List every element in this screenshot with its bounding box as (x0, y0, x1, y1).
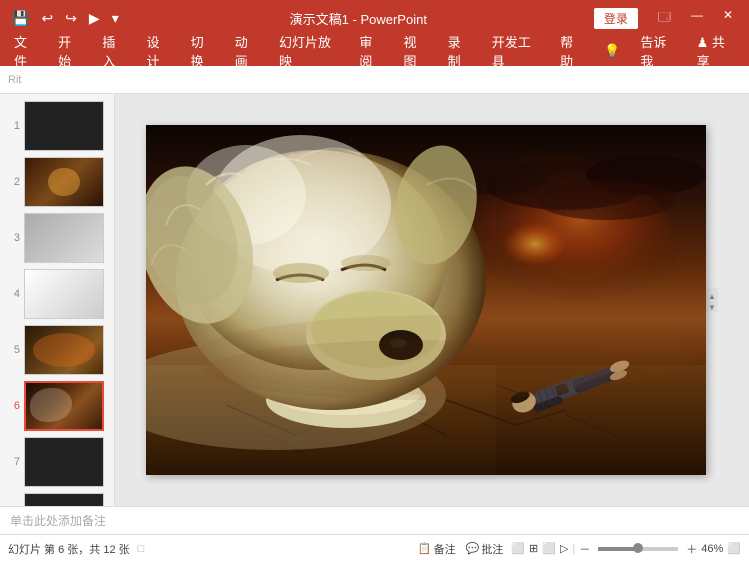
slide-item-8[interactable]: 8 (0, 490, 114, 506)
slide-thumb-5[interactable] (24, 325, 104, 375)
slide-num-1: 1 (6, 120, 20, 132)
slide-thumb-2[interactable] (24, 157, 104, 207)
minimize-button[interactable]: — (683, 6, 711, 31)
slide-item-5[interactable]: 5 (0, 322, 114, 378)
slide-num-7: 7 (6, 456, 20, 468)
notes-icon: 📋 (418, 542, 432, 555)
undo-icon[interactable]: ↩ (37, 8, 57, 29)
slide-panel[interactable]: 1 2 3 4 5 6 (0, 94, 115, 506)
slide-thumb-7[interactable] (24, 437, 104, 487)
comments-button[interactable]: 💬 批注 (466, 541, 504, 557)
customize-icon[interactable]: ▾ (108, 8, 123, 29)
view-reading-icon[interactable]: ⬜ (542, 542, 556, 555)
share-button[interactable]: ♟ 共享 (687, 28, 745, 74)
notes-label: 备注 (434, 541, 456, 557)
tab-tell-me[interactable]: 告诉我 (630, 28, 686, 74)
tab-view[interactable]: 视图 (393, 28, 437, 74)
slide-num-3: 3 (6, 232, 20, 244)
slide-item-4[interactable]: 4 (0, 266, 114, 322)
view-slideshow-icon[interactable]: ▷ (560, 542, 568, 555)
slide-num-4: 4 (6, 288, 20, 300)
slide-thumb-6[interactable] (24, 381, 104, 431)
window-controls: 🗔 — ✕ (650, 6, 741, 31)
separator-1: | (572, 543, 575, 555)
slide-thumb-1[interactable] (24, 101, 104, 151)
tab-insert[interactable]: 插入 (92, 28, 136, 74)
status-left: 幻灯片 第 6 张，共 12 张 □ (8, 541, 418, 557)
slide-num-5: 5 (6, 344, 20, 356)
toolbar-placeholder: Rit (8, 74, 21, 86)
slide-thumb-4[interactable] (24, 269, 104, 319)
fit-icon[interactable]: ⬜ (727, 542, 741, 555)
zoom-thumb[interactable] (633, 543, 643, 553)
tab-help[interactable]: 帮助 (550, 28, 594, 74)
close-button[interactable]: ✕ (715, 6, 741, 31)
notes-area[interactable]: 单击此处添加备注 (0, 506, 749, 534)
slide-item-2[interactable]: 2 (0, 154, 114, 210)
tab-record[interactable]: 录制 (438, 28, 482, 74)
slide-item-7[interactable]: 7 (0, 434, 114, 490)
view-normal-icon[interactable]: ⬜ (511, 542, 525, 555)
quick-access-toolbar: 💾 ↩ ↪ ▶ ▾ (8, 8, 123, 29)
slide-num-2: 2 (6, 176, 20, 188)
tab-slideshow[interactable]: 幻灯片放映 (269, 28, 349, 74)
accessibility-icon: □ (138, 543, 145, 555)
slide-info: 幻灯片 第 6 张，共 12 张 (8, 541, 130, 557)
scroll-up-arrow[interactable]: ▲ (708, 292, 716, 301)
redo-icon[interactable]: ↪ (61, 8, 81, 29)
slide-num-6: 6 (6, 400, 20, 412)
restore-button[interactable]: 🗔 (650, 6, 679, 31)
status-bar: 幻灯片 第 6 张，共 12 张 □ 📋 备注 💬 批注 ⬜ ⊞ ⬜ ▷ | －… (0, 534, 749, 562)
tab-developer[interactable]: 开发工具 (482, 28, 550, 74)
scroll-down-arrow[interactable]: ▼ (708, 303, 716, 312)
tab-file[interactable]: 文件 (4, 28, 48, 74)
zoom-slider[interactable] (598, 547, 678, 551)
tab-design[interactable]: 设计 (136, 28, 180, 74)
slide-item-1[interactable]: 1 (0, 98, 114, 154)
notes-button[interactable]: 📋 备注 (418, 541, 456, 557)
tab-review[interactable]: 审阅 (349, 28, 393, 74)
present-icon[interactable]: ▶ (85, 8, 104, 29)
save-icon[interactable]: 💾 (8, 8, 33, 29)
lightbulb-icon[interactable]: 💡 (594, 39, 630, 63)
ribbon-tabs: 文件 开始 插入 设计 切换 动画 幻灯片放映 审阅 视图 录制 开发工具 帮助… (0, 36, 749, 66)
zoom-in-button[interactable]: ＋ (686, 541, 697, 557)
slide-thumb-8[interactable] (24, 493, 104, 506)
window-title: 演示文稿1 - PowerPoint (123, 9, 594, 28)
comments-icon: 💬 (466, 542, 480, 555)
main-area: 1 2 3 4 5 6 (0, 94, 749, 506)
slide-item-3[interactable]: 3 (0, 210, 114, 266)
zoom-level[interactable]: 46% (701, 543, 723, 555)
notes-placeholder: 单击此处添加备注 (10, 512, 106, 529)
status-right: ⬜ ⊞ ⬜ ▷ | － ＋ 46% ⬜ (511, 541, 741, 557)
comments-label: 批注 (481, 541, 503, 557)
slide-thumb-3[interactable] (24, 213, 104, 263)
slide-canvas[interactable] (146, 125, 706, 475)
login-button[interactable]: 登录 (594, 8, 638, 29)
status-center: 📋 备注 💬 批注 (418, 541, 503, 557)
tab-animations[interactable]: 动画 (225, 28, 269, 74)
tab-transitions[interactable]: 切换 (181, 28, 225, 74)
zoom-fill (598, 547, 635, 551)
slide-image (146, 125, 706, 475)
view-slide-sorter-icon[interactable]: ⊞ (529, 542, 538, 555)
vertical-scrollbar[interactable]: ▲ ▼ (706, 288, 718, 312)
slide-item-6[interactable]: 6 (0, 378, 114, 434)
tab-home[interactable]: 开始 (48, 28, 92, 74)
canvas-area: ▲ ▼ (115, 94, 749, 506)
zoom-out-button[interactable]: － (579, 541, 590, 557)
